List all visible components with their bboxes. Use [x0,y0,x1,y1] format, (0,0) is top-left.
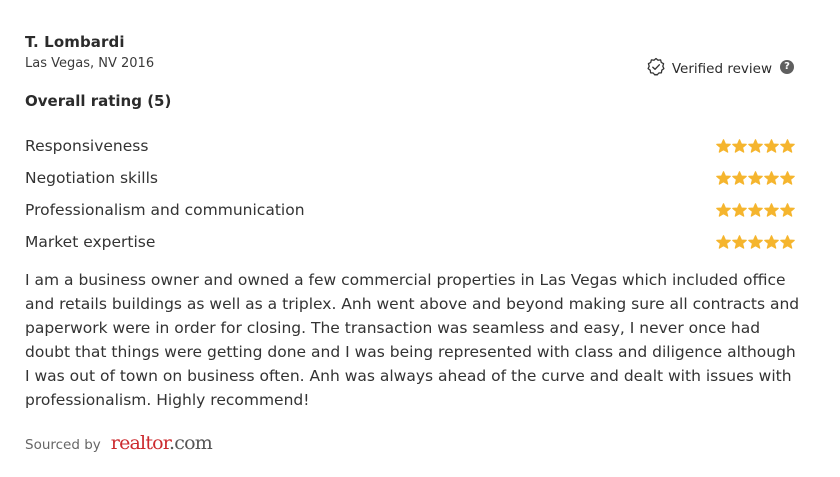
star-icon [748,234,763,250]
star-rating [716,170,795,186]
source-attribution: Sourced by realtor.com [25,432,213,454]
verified-review[interactable]: Verified review [646,57,772,81]
star-icon [716,170,731,186]
reviewer-location-year: Las Vegas, NV 2016 [25,56,155,71]
star-icon [748,170,763,186]
star-icon [732,138,747,154]
rating-label: Responsiveness [25,137,149,155]
realtor-logo-suffix: .com [169,432,213,454]
rating-row-professionalism: Professionalism and communication [25,194,795,226]
star-icon [748,202,763,218]
realtor-logo-main: realtor [110,432,170,454]
star-rating [716,234,795,250]
review-body: I am a business owner and owned a few co… [25,271,800,409]
star-icon [764,138,779,154]
star-icon [764,234,779,250]
rating-breakdown: Responsiveness Negotiation skills Profes… [25,130,795,258]
sourced-by-label: Sourced by [25,437,101,453]
star-icon [780,138,795,154]
verified-review-link[interactable]: Verified review [672,61,772,77]
realtor-logo[interactable]: realtor.com [110,432,213,454]
star-icon [732,170,747,186]
star-icon [780,234,795,250]
review-card: T. Lombardi Las Vegas, NV 2016 Verified … [0,0,840,477]
overall-rating: Overall rating (5) [25,92,172,110]
rating-row-responsiveness: Responsiveness [25,130,795,162]
star-rating [716,138,795,154]
star-icon [732,234,747,250]
question-circle-icon[interactable]: ? [780,60,794,74]
star-icon [716,234,731,250]
rating-label: Professionalism and communication [25,201,305,219]
star-icon [764,170,779,186]
star-icon [716,138,731,154]
star-icon [748,138,763,154]
rating-row-market-expertise: Market expertise [25,226,795,258]
rating-label: Negotiation skills [25,169,158,187]
reviewer-name: T. Lombardi [25,33,125,51]
star-icon [780,202,795,218]
star-rating [716,202,795,218]
star-icon [764,202,779,218]
rating-label: Market expertise [25,233,156,251]
rating-row-negotiation: Negotiation skills [25,162,795,194]
star-icon [716,202,731,218]
verified-badge-icon [646,57,666,81]
star-icon [732,202,747,218]
star-icon [780,170,795,186]
